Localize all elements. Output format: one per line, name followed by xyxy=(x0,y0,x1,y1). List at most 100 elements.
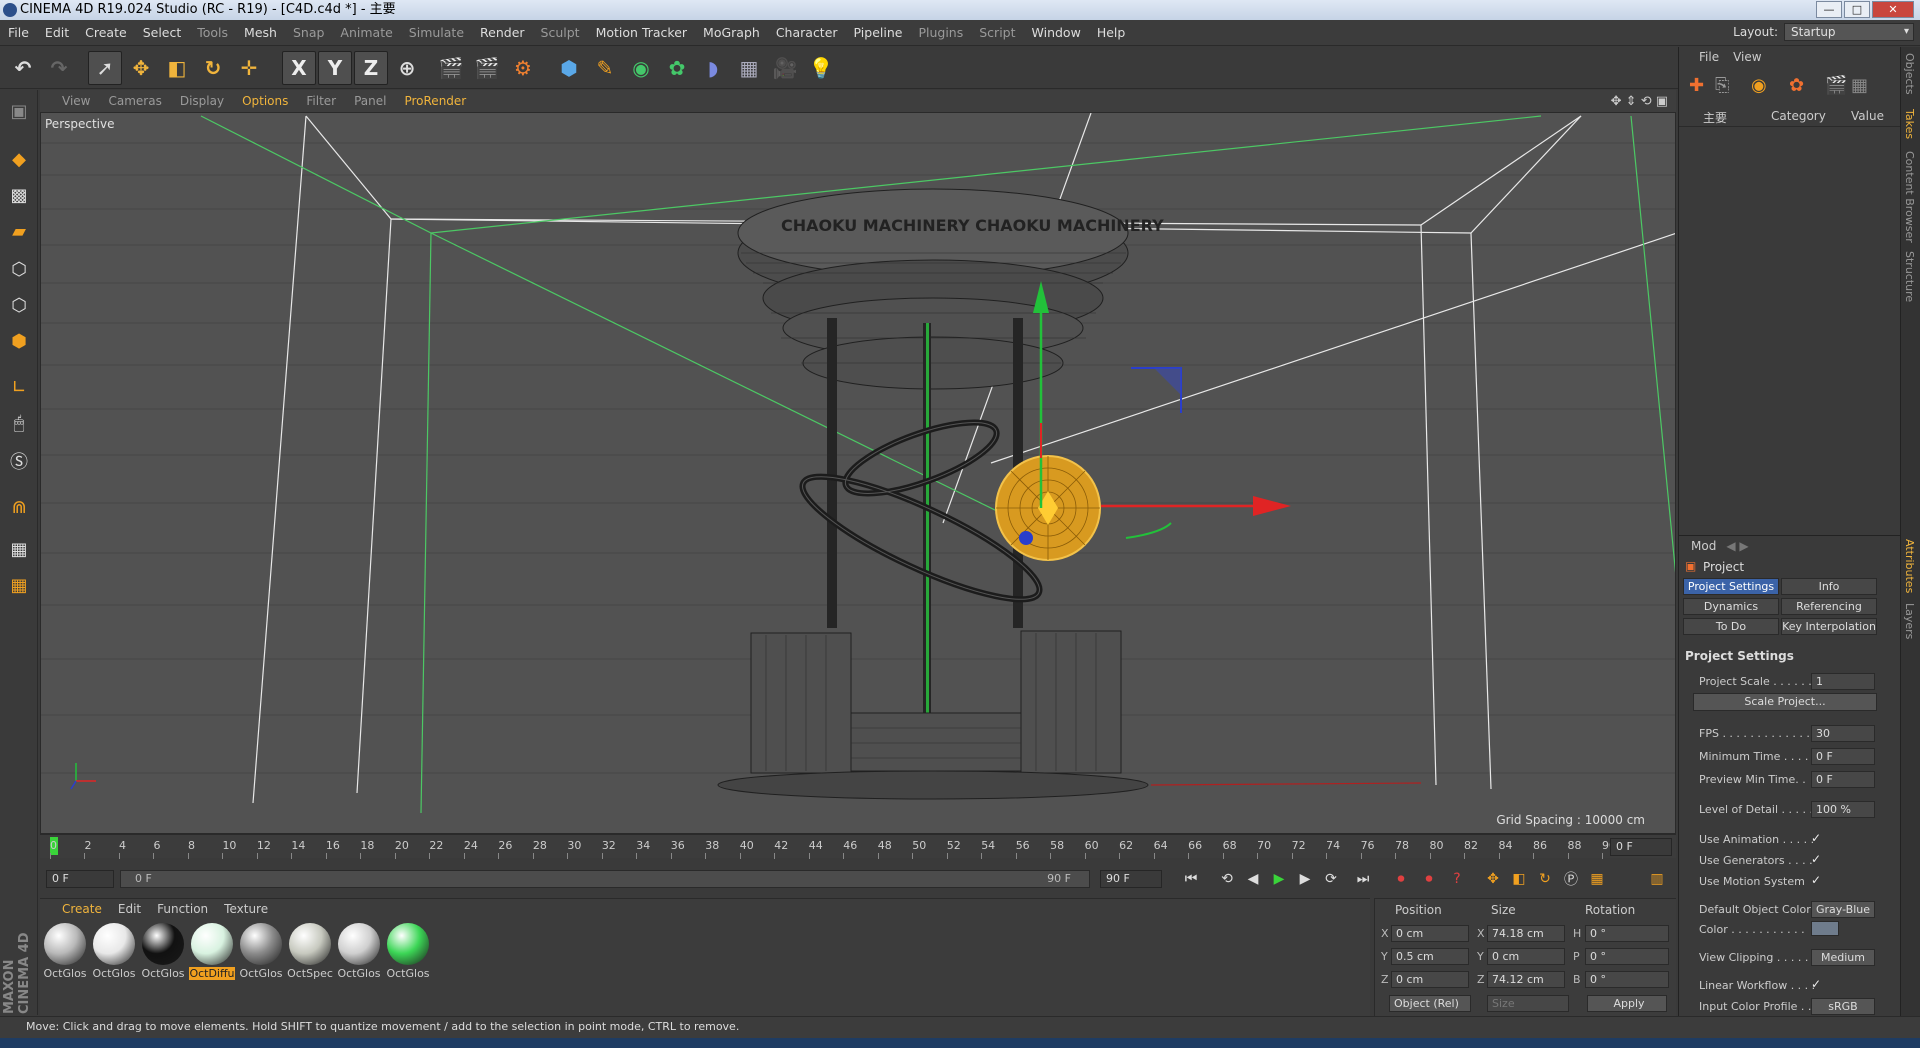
pen-spline-icon[interactable]: ✎ xyxy=(588,51,622,85)
size-mode-select[interactable]: Size xyxy=(1487,995,1569,1012)
key-param-icon[interactable]: Ⓟ xyxy=(1560,869,1582,889)
menu-motion-tracker[interactable]: Motion Tracker xyxy=(588,25,695,40)
size-z-field[interactable]: 74.12 cm xyxy=(1487,971,1565,988)
magnet-icon[interactable]: ⋒ xyxy=(4,492,34,522)
maximize-button[interactable]: □ xyxy=(1844,1,1870,18)
side-tab-layers[interactable]: Layers xyxy=(1903,603,1916,639)
material-swatch[interactable]: OctGlos xyxy=(238,923,284,983)
size-x-field[interactable]: 74.18 cm xyxy=(1487,925,1565,942)
side-tab-takes[interactable]: Takes xyxy=(1903,109,1916,139)
material-menu-function[interactable]: Function xyxy=(157,902,208,916)
start-frame-field[interactable]: 0 F xyxy=(46,870,114,888)
menu-mesh[interactable]: Mesh xyxy=(236,25,285,40)
menu-pipeline[interactable]: Pipeline xyxy=(846,25,911,40)
menu-character[interactable]: Character xyxy=(768,25,846,40)
y-axis-lock-button[interactable]: Y xyxy=(318,51,352,85)
color-swatch[interactable] xyxy=(1811,921,1839,936)
goto-end-icon[interactable]: ⏭ xyxy=(1352,869,1374,889)
material-swatch[interactable]: OctGlos xyxy=(140,923,186,983)
menu-render[interactable]: Render xyxy=(472,25,533,40)
menu-edit[interactable]: Edit xyxy=(37,25,77,40)
linear-workflow-checkbox[interactable]: ✓ xyxy=(1811,977,1821,991)
viewport-menu-cameras[interactable]: Cameras xyxy=(99,94,170,108)
position-y-field[interactable]: 0.5 cm xyxy=(1391,948,1469,965)
make-editable-icon[interactable]: ▣ xyxy=(4,96,34,126)
light-icon[interactable]: 💡 xyxy=(804,51,838,85)
coord-mode-select[interactable]: Object (Rel) xyxy=(1389,995,1471,1012)
z-axis-lock-button[interactable]: Z xyxy=(354,51,388,85)
rotation-b-field[interactable]: 0 ° xyxy=(1585,971,1669,988)
min-time-field[interactable]: 0 F xyxy=(1811,748,1875,765)
material-swatch[interactable]: OctGlos xyxy=(42,923,88,983)
undo-icon[interactable]: ↶ xyxy=(6,51,40,85)
attributes-nav-icons[interactable]: ◀ ▶ xyxy=(1726,539,1748,553)
project-scale-field[interactable]: 1 xyxy=(1811,673,1875,690)
current-frame-field[interactable]: 0 F xyxy=(1610,838,1672,856)
apply-button[interactable]: Apply xyxy=(1587,995,1667,1012)
lod-field[interactable]: 100 % xyxy=(1811,801,1875,818)
menu-animate[interactable]: Animate xyxy=(332,25,400,40)
tab-to-do[interactable]: To Do xyxy=(1683,618,1779,635)
attributes-mode-menu[interactable]: Mod xyxy=(1691,539,1716,553)
position-x-field[interactable]: 0 cm xyxy=(1391,925,1469,942)
viewport-menu-prorender[interactable]: ProRender xyxy=(395,94,475,108)
render-view-icon[interactable]: 🎬 xyxy=(434,51,468,85)
menu-mograph[interactable]: MoGraph xyxy=(695,25,768,40)
default-color-select[interactable]: Gray-Blue xyxy=(1811,901,1875,918)
edges-mode-icon[interactable]: ⬡ xyxy=(4,290,34,320)
minimize-button[interactable]: — xyxy=(1816,1,1842,18)
menu-tools[interactable]: Tools xyxy=(189,25,236,40)
key-scale-icon[interactable]: ◧ xyxy=(1508,869,1530,889)
menu-window[interactable]: Window xyxy=(1024,25,1089,40)
rotate-tool-icon[interactable]: ↻ xyxy=(196,51,230,85)
override-group-icon[interactable]: ✿ xyxy=(1789,75,1804,96)
camera-icon[interactable]: 🎥 xyxy=(768,51,802,85)
perspective-viewport[interactable]: CHAOKU MACHINERY CHAOKU MACHINERY Perspe… xyxy=(40,112,1676,834)
scale-tool-icon[interactable]: ◧ xyxy=(160,51,194,85)
tab-dynamics[interactable]: Dynamics xyxy=(1683,598,1779,615)
subdivision-icon[interactable]: ◉ xyxy=(624,51,658,85)
rotation-h-field[interactable]: 0 ° xyxy=(1585,925,1669,942)
render-settings-icon[interactable]: ⚙ xyxy=(506,51,540,85)
material-swatch[interactable]: OctSpec xyxy=(287,923,333,983)
material-swatch[interactable]: OctGlos xyxy=(385,923,431,983)
scale-project-button[interactable]: Scale Project... xyxy=(1693,693,1877,711)
material-swatch[interactable]: OctGlos xyxy=(336,923,382,983)
use-generators-checkbox[interactable]: ✓ xyxy=(1811,852,1821,866)
model-mode-icon[interactable]: ◆ xyxy=(4,144,34,174)
viewport-menu-display[interactable]: Display xyxy=(171,94,233,108)
side-tab-objects[interactable]: Objects xyxy=(1903,53,1916,95)
menu-plugins[interactable]: Plugins xyxy=(910,25,971,40)
take-add-icon[interactable]: ✚ xyxy=(1689,75,1704,96)
position-z-field[interactable]: 0 cm xyxy=(1391,971,1469,988)
menu-snap[interactable]: Snap xyxy=(285,25,332,40)
array-icon[interactable]: ✿ xyxy=(660,51,694,85)
menu-simulate[interactable]: Simulate xyxy=(401,25,472,40)
live-selection-icon[interactable]: ➚ xyxy=(88,51,122,85)
side-tab-attributes[interactable]: Attributes xyxy=(1903,539,1916,593)
objects-menu-file[interactable]: File xyxy=(1699,50,1719,64)
coordinate-system-icon[interactable]: ⊕ xyxy=(390,51,424,85)
close-button[interactable]: ✕ xyxy=(1872,1,1914,18)
viewport-nav-icons[interactable]: ✥ ⇕ ⟲ ▣ xyxy=(1611,94,1668,109)
take-clone-icon[interactable]: ⎘ xyxy=(1715,75,1729,96)
snap-icon[interactable]: Ⓢ xyxy=(4,446,34,476)
play-icon[interactable]: ▶ xyxy=(1268,869,1290,889)
axis-mode-icon[interactable]: ∟ xyxy=(4,372,34,402)
workplane-icon[interactable]: ▰ xyxy=(4,216,34,246)
record-keys-icon[interactable]: ⏺ xyxy=(1390,869,1412,889)
material-menu-create[interactable]: Create xyxy=(62,902,102,916)
tab-info[interactable]: Info xyxy=(1781,578,1877,595)
next-frame-icon[interactable]: ▶ xyxy=(1294,869,1316,889)
tab-project-settings[interactable]: Project Settings xyxy=(1683,578,1779,595)
use-motion-checkbox[interactable]: ✓ xyxy=(1811,873,1821,887)
viewport-menu-options[interactable]: Options xyxy=(233,94,297,108)
next-key-icon[interactable]: ⟳ xyxy=(1320,869,1342,889)
menu-file[interactable]: File xyxy=(0,25,37,40)
rotation-p-field[interactable]: 0 ° xyxy=(1585,948,1669,965)
redo-icon[interactable]: ↷ xyxy=(42,51,76,85)
objects-menu-view[interactable]: View xyxy=(1733,50,1761,64)
layout-select[interactable]: Startup xyxy=(1784,23,1914,41)
material-menu-texture[interactable]: Texture xyxy=(224,902,268,916)
use-animation-checkbox[interactable]: ✓ xyxy=(1811,831,1821,845)
